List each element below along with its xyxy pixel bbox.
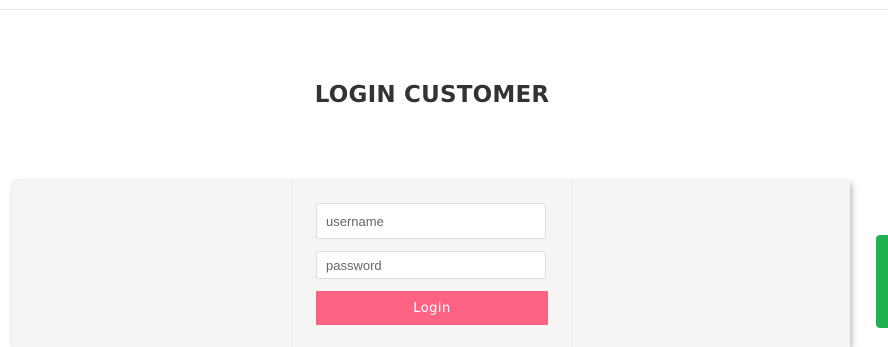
side-feedback-tab[interactable] (876, 235, 888, 328)
login-button[interactable]: Login (316, 291, 548, 325)
login-panel: Login (12, 181, 850, 347)
header-divider (0, 9, 888, 10)
page-title: LOGIN CUSTOMER (314, 82, 550, 108)
login-form: Login (292, 181, 572, 347)
password-input[interactable] (316, 251, 546, 279)
username-input[interactable] (316, 203, 546, 239)
